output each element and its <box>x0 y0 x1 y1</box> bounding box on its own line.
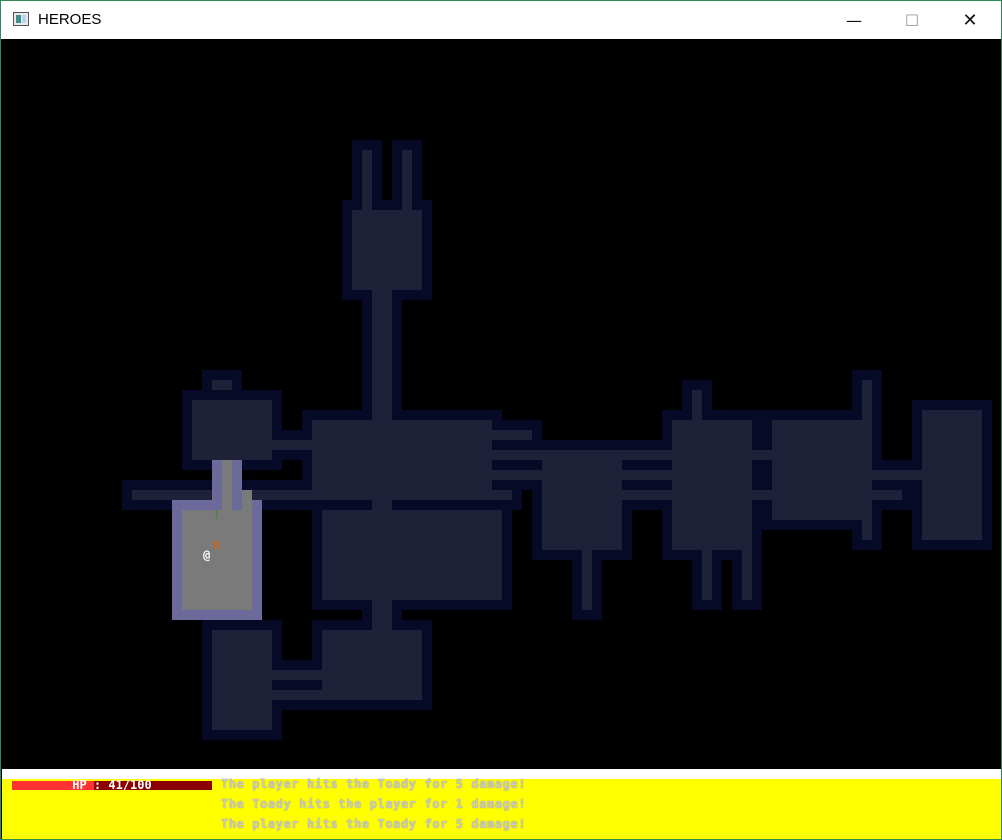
dungeon-floor-tile <box>272 440 312 450</box>
dungeon-floor-tile <box>372 290 392 420</box>
dungeon-floor-tile <box>692 390 702 420</box>
toady-monster-glyph: h <box>213 538 220 552</box>
dungeon-floor-tile <box>492 430 532 440</box>
dungeon-floor-tile <box>862 380 872 540</box>
app-icon <box>13 12 29 26</box>
dungeon-floor-tile <box>582 550 592 610</box>
visible-floor-tile <box>222 460 232 510</box>
dungeon-floor-tile <box>352 210 422 290</box>
dungeon-floor-tile <box>772 420 862 520</box>
dungeon-floor-tile <box>312 420 492 500</box>
message-log-line: The player hits the Toady for 5 damage! <box>221 817 527 831</box>
visible-floor-tile <box>182 510 252 610</box>
dungeon-floor-tile <box>872 470 922 480</box>
dungeon-floor-tile <box>212 380 232 390</box>
hud-panel: HP : 41/100 The player hits the Toady fo… <box>2 777 1001 839</box>
potion-item-glyph: ! <box>213 508 220 522</box>
dungeon-floor-tile <box>402 150 412 210</box>
dungeon-floor-tile <box>492 450 542 460</box>
visible-floor-tile <box>242 490 252 510</box>
dungeon-floor-tile <box>672 420 752 550</box>
dungeon-floor-tile <box>702 550 712 600</box>
dungeon-floor-tile <box>622 470 672 480</box>
hp-bar: HP : 41/100 <box>12 778 212 792</box>
dungeon-floor-tile <box>872 490 902 500</box>
dungeon-floor-tile <box>192 400 272 460</box>
game-window: HEROES — ☐ ✕ ! h @ HP : 41/100 The player … <box>0 0 1002 840</box>
dungeon-map: ! h@ <box>122 140 992 740</box>
window-title: HEROES <box>38 11 102 28</box>
game-viewport[interactable]: ! h @ <box>2 40 1001 769</box>
close-button[interactable]: ✕ <box>941 1 999 39</box>
dungeon-floor-tile <box>372 600 392 630</box>
dungeon-floor-tile <box>742 550 752 600</box>
message-log-line: The player hits the Toady for 5 damage! <box>221 777 527 791</box>
message-log-line: The Toady hits the player for 1 damage! <box>221 797 527 811</box>
dungeon-floor-tile <box>322 510 502 600</box>
hp-label: HP : 41/100 <box>72 778 152 792</box>
dungeon-floor-tile <box>272 690 322 700</box>
maximize-button[interactable]: ☐ <box>883 1 941 39</box>
dungeon-floor-tile <box>322 630 422 700</box>
dungeon-floor-tile <box>272 670 322 680</box>
player-glyph: @ <box>203 548 210 562</box>
dungeon-floor-tile <box>362 150 372 210</box>
title-bar[interactable]: HEROES — ☐ ✕ <box>1 1 1001 39</box>
dungeon-floor-tile <box>922 410 982 540</box>
dungeon-floor-tile <box>612 490 672 500</box>
dungeon-floor-tile <box>542 450 622 550</box>
dungeon-floor-tile <box>312 490 512 500</box>
minimize-button[interactable]: — <box>825 1 883 39</box>
dungeon-floor-tile <box>622 450 672 460</box>
dungeon-floor-tile <box>492 470 542 480</box>
dungeon-floor-tile <box>212 630 272 730</box>
